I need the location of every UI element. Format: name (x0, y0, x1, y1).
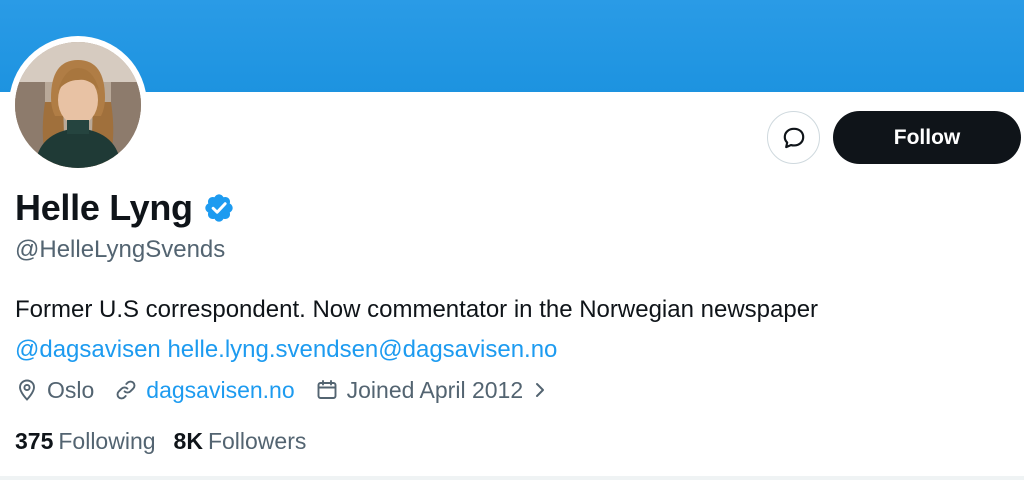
website-item: dagsavisen.no (114, 377, 295, 404)
divider (0, 476, 1024, 480)
followers-label: Followers (207, 427, 307, 454)
followers-stat[interactable]: 8K Followers (174, 428, 307, 455)
message-button[interactable] (767, 111, 820, 164)
location-pin-icon (19, 379, 35, 401)
bio-text: Former U.S correspondent. Now commentato… (15, 296, 819, 323)
location-text: Oslo (47, 376, 95, 403)
bio-mention-link[interactable]: @dagsavisen (15, 336, 161, 363)
joined-item[interactable]: Joined April 2012 (315, 377, 555, 404)
profile-header: Follow Helle Lyng @HelleLyngSvends Forme… (0, 0, 1024, 480)
following-stat[interactable]: 375 Following (15, 428, 156, 455)
calendar-icon (317, 380, 337, 399)
chevron-right-icon (536, 383, 545, 397)
location-item: Oslo (15, 377, 94, 404)
verified-badge-icon[interactable] (203, 192, 235, 224)
message-bubble-icon (783, 127, 804, 148)
follow-stats: 375 Following 8K Followers (15, 424, 324, 458)
profile-bio: Former U.S correspondent. Now commentato… (15, 290, 1005, 370)
link-icon (116, 380, 136, 400)
display-name: Helle Lyng (15, 187, 193, 228)
avatar[interactable] (15, 42, 141, 168)
website-link[interactable]: dagsavisen.no (146, 377, 294, 404)
joined-text: Joined April 2012 (346, 376, 524, 403)
profile-meta: Oslo dagsavisen.no Joined April 2012 (15, 372, 575, 408)
user-handle: @HelleLyngSvends (15, 236, 226, 263)
profile-banner[interactable] (0, 0, 1024, 92)
name-row: Helle Lyng (15, 186, 235, 230)
following-label: Following (58, 427, 156, 454)
following-count: 375 (15, 427, 54, 454)
followers-count: 8K (173, 427, 203, 454)
avatar-photo (15, 42, 141, 168)
bio-email-link[interactable]: helle.lyng.svendsen@dagsavisen.no (167, 336, 557, 363)
follow-button[interactable]: Follow (833, 111, 1021, 164)
